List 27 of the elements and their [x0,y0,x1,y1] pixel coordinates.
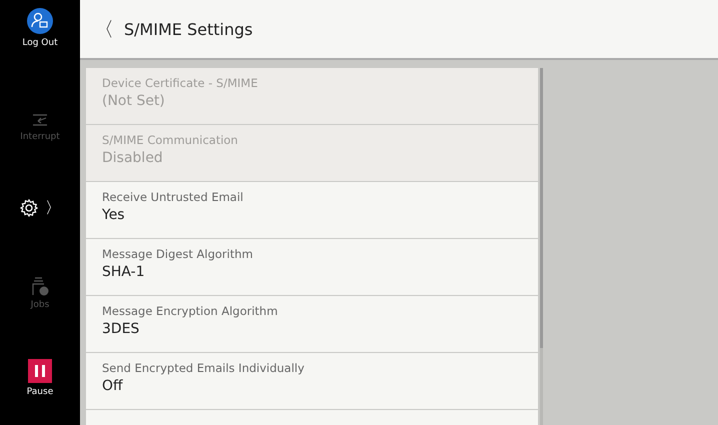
setting-label: Receive Untrusted Email [102,190,244,204]
setting-item[interactable]: Message Digest Algorithm SHA-1 [86,239,538,295]
setting-value: SHA-1 [102,264,146,280]
setting-value: Yes [102,207,126,223]
setting-label: Device Certificate - S/MIME [102,76,259,90]
setting-label: Send Encrypted Emails Individually [102,361,306,375]
jobs-info-icon [30,276,50,296]
setting-item[interactable]: Receive Untrusted Email Yes [86,182,538,238]
setting-label: S/MIME Communication [102,133,239,147]
gear-icon [19,198,39,218]
pause-button[interactable]: Pause [0,338,80,418]
interrupt-icon [30,112,50,128]
user-icon [27,8,53,34]
back-button[interactable]: 〈 [94,16,114,42]
chevron-icon: 〉 [45,200,61,216]
setting-value: Off [102,378,124,394]
setting-item[interactable]: Send Encrypted Emails Individually Off [86,353,538,409]
setting-label: Message Encryption Algorithm [102,304,279,318]
page-title: S/MIME Settings [124,20,253,38]
setting-value: Disabled [102,150,164,166]
setting-value: (Not Set) [102,93,166,109]
setting-label: Message Digest Algorithm [102,247,254,261]
settings-button[interactable]: 〉 [0,168,80,248]
pause-icon [28,359,52,383]
setting-item[interactable]: Message Encryption Algorithm 3DES [86,296,538,352]
logout-button[interactable]: Log Out [0,6,80,86]
setting-value: 3DES [102,321,140,337]
